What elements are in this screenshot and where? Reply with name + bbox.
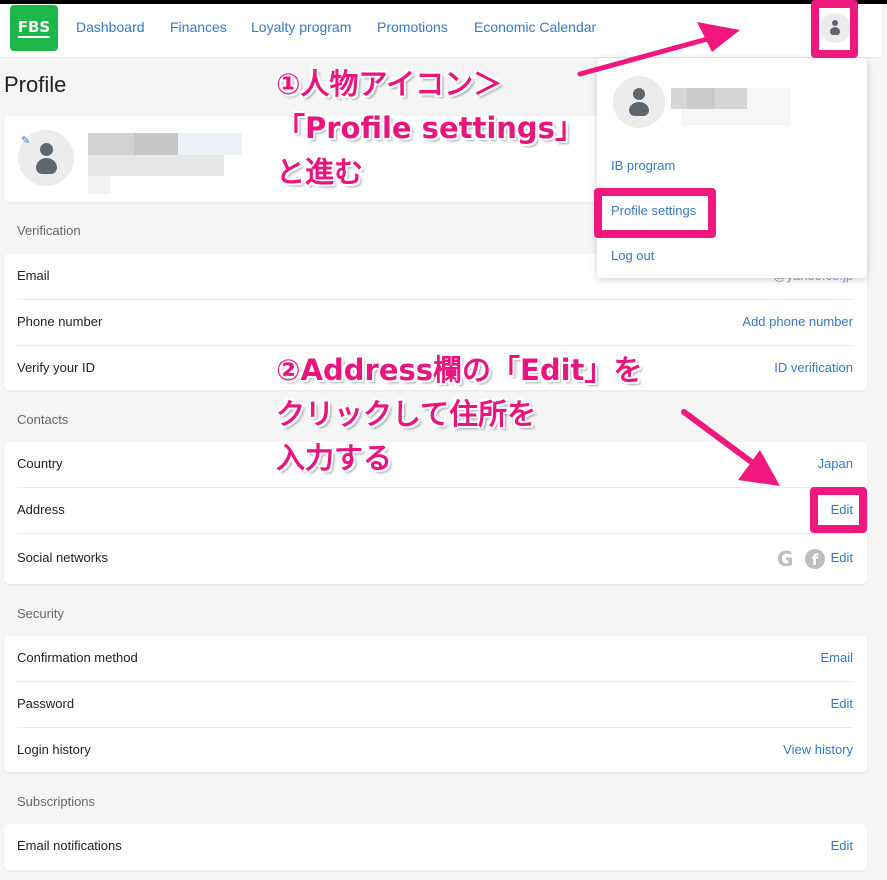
row-phone-number: Phone number Add phone number (17, 300, 853, 346)
subscriptions-card: Email notifications Edit (4, 824, 867, 870)
id-verification-link[interactable]: ID verification (774, 360, 853, 375)
nav-promotions[interactable]: Promotions (377, 19, 448, 35)
section-title-verification: Verification (17, 223, 81, 238)
top-navigation-bar: FBS Dashboard Finances Loyalty program P… (0, 4, 882, 58)
row-password: Password Edit (17, 682, 853, 728)
person-icon (613, 76, 665, 128)
dropdown-avatar (613, 76, 665, 128)
annotation-step2: ②Address欄の「Edit」を クリックして住所を 入力する (276, 353, 643, 475)
menu-item-log-out[interactable]: Log out (611, 248, 654, 263)
nav-economic-calendar[interactable]: Economic Calendar (474, 19, 596, 35)
row-login-history: Login history View history (17, 742, 853, 757)
email-notifications-edit-link[interactable]: Edit (831, 838, 853, 853)
nav-finances[interactable]: Finances (170, 19, 227, 35)
user-dropdown-menu: IB program Profile settings Log out (597, 58, 867, 278)
google-icon[interactable]: G (777, 549, 797, 569)
annotation-step1: ①人物アイコン＞ 「Profile settings」 と進む (276, 67, 584, 189)
highlight-avatar (811, 0, 858, 58)
add-phone-number-link[interactable]: Add phone number (742, 314, 853, 329)
row-email-notifications: Email notifications Edit (17, 838, 853, 853)
row-address: Address Edit (17, 488, 853, 534)
view-history-link[interactable]: View history (783, 742, 853, 757)
section-title-subscriptions: Subscriptions (17, 794, 96, 809)
nav-dashboard[interactable]: Dashboard (76, 19, 145, 35)
highlight-profile-settings (594, 188, 716, 238)
nav-loyalty-program[interactable]: Loyalty program (251, 19, 351, 35)
row-social-networks: Social networks G f Edit (17, 547, 853, 571)
page-title: Profile (4, 72, 67, 97)
row-confirmation-method: Confirmation method Email (17, 636, 853, 682)
facebook-icon[interactable]: f (805, 549, 825, 569)
section-title-contacts: Contacts (17, 412, 69, 427)
country-value[interactable]: Japan (818, 456, 853, 471)
section-title-security: Security (17, 606, 64, 621)
fbs-logo[interactable]: FBS (10, 5, 58, 51)
password-edit-link[interactable]: Edit (831, 696, 853, 711)
security-card: Confirmation method Email Password Edit … (4, 636, 867, 772)
menu-item-ib-program[interactable]: IB program (611, 158, 675, 173)
highlight-address-edit (810, 487, 867, 533)
edit-avatar-pencil-icon[interactable]: ✎ (21, 135, 33, 147)
confirmation-method-value[interactable]: Email (820, 650, 853, 665)
social-networks-edit-link[interactable]: Edit (831, 550, 853, 565)
